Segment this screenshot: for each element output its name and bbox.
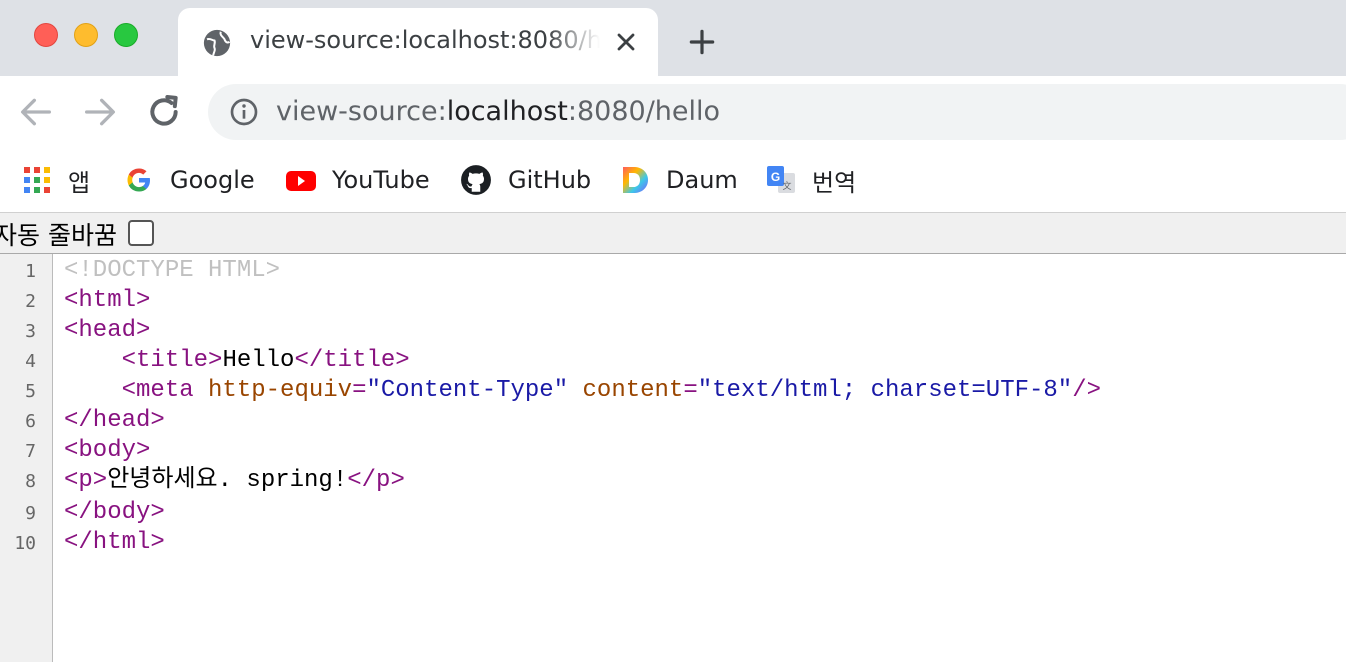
url-host: localhost [446,96,568,127]
tag-meta-open: <meta [121,377,194,404]
source-line: 5 <meta http-equiv="Content-Type" conten… [0,376,1346,406]
svg-text:G: G [771,170,780,184]
minimize-window-button[interactable] [74,23,98,47]
close-window-button[interactable] [34,23,58,47]
attr-http-equiv: http-equiv [208,377,353,404]
tag-meta-end: /> [1072,377,1102,404]
youtube-icon [286,171,316,191]
source-line: 1 <!DOCTYPE HTML> [0,256,1346,286]
line-number: 5 [25,381,36,402]
forward-button[interactable] [80,92,120,132]
bookmark-label: YouTube [332,166,430,194]
attr-content: content [582,377,684,404]
apps-grid-icon [24,167,50,193]
url-prefix: view-source: [276,96,447,127]
bookmark-label: GitHub [508,166,592,194]
line-wrap-label: 자동 줄바꿈 [0,221,117,250]
title-text: Hello [222,347,295,374]
bookmark-label: 앱 [68,168,91,197]
source-line: 4 <title>Hello</title> [0,346,1346,376]
tab-active[interactable]: view-source:localhost:8080/hello [178,8,658,78]
bookmark-github[interactable]: GitHub [460,160,591,200]
tag-head-close: </head> [64,407,165,434]
line-number: 1 [25,261,36,282]
line-number: 9 [25,503,36,524]
attr-value-content-type: "Content-Type" [366,377,569,404]
zoom-window-button[interactable] [114,23,138,47]
bookmark-daum[interactable]: Daum [620,160,738,200]
source-line: 6 </head> [0,406,1346,436]
tag-html-close: </html> [64,529,165,556]
globe-icon [203,29,231,57]
line-number: 10 [14,533,36,554]
source-line: 7 <body> [0,436,1346,466]
back-button[interactable] [16,92,56,132]
line-number: 8 [25,471,36,492]
bookmark-translate[interactable]: G 文 번역 [766,160,856,200]
close-icon[interactable] [612,28,640,56]
translate-icon: G 文 [767,166,795,193]
reload-button[interactable] [144,92,184,132]
source-line: 3 <head> [0,316,1346,346]
bookmark-apps[interactable]: 앱 [22,160,90,200]
line-number: 2 [25,291,36,312]
tag-head-open: <head> [64,317,151,344]
tag-title-close: </title> [294,347,410,374]
tag-p-close: </p> [347,467,405,494]
new-tab-button[interactable] [686,26,718,58]
source-line: 9 </body> [0,498,1346,528]
paragraph-text: 안녕하세요. spring! [107,467,348,494]
source-view: 1 <!DOCTYPE HTML> 2 <html> 3 <head> 4 <t… [0,254,1346,662]
bookmark-label: Google [170,166,255,194]
tag-body-close: </body> [64,499,165,526]
source-line: 2 <html> [0,286,1346,316]
line-number: 6 [25,411,36,432]
url-rest: :8080/hello [567,96,721,127]
line-number: 4 [25,351,36,372]
line-number: 7 [25,441,36,462]
attr-value-charset: "text/html; charset=UTF-8" [697,377,1073,404]
equals-sign: = [352,377,367,404]
bookmark-youtube[interactable]: YouTube [284,160,430,200]
daum-icon [623,167,648,193]
line-wrap-checkbox[interactable] [128,220,154,246]
source-line: 8 <p>안녕하세요. spring!</p> [0,466,1346,496]
doctype: <!DOCTYPE HTML> [64,257,281,284]
svg-text:文: 文 [782,180,791,192]
tag-p-open: <p> [64,467,108,494]
title-bar: view-source:localhost:8080/hello [0,0,1346,78]
line-number: 3 [25,321,36,342]
bookmark-label: 번역 [812,168,857,197]
bookmark-label: Daum [666,166,738,194]
url-text[interactable]: view-source:localhost:8080/hello [276,96,720,127]
tag-html-open: <html> [64,287,151,314]
tab-title: view-source:localhost:8080/hello [250,26,600,54]
bookmarks-bar: 앱 Google YouTube GitHub Daum G 文 번역 [0,148,1346,213]
source-line: 10 </html> [0,528,1346,558]
address-bar[interactable]: view-source:localhost:8080/hello [208,84,1346,140]
google-icon [127,168,150,192]
tag-title-open: <title> [121,347,223,374]
line-wrap-bar: 자동 줄바꿈 [0,213,1346,254]
info-icon[interactable] [228,96,260,128]
toolbar: view-source:localhost:8080/hello [0,76,1346,148]
github-icon [461,165,491,195]
equals-sign: = [683,377,698,404]
tag-body-open: <body> [64,437,151,464]
bookmark-google[interactable]: Google [124,160,255,200]
